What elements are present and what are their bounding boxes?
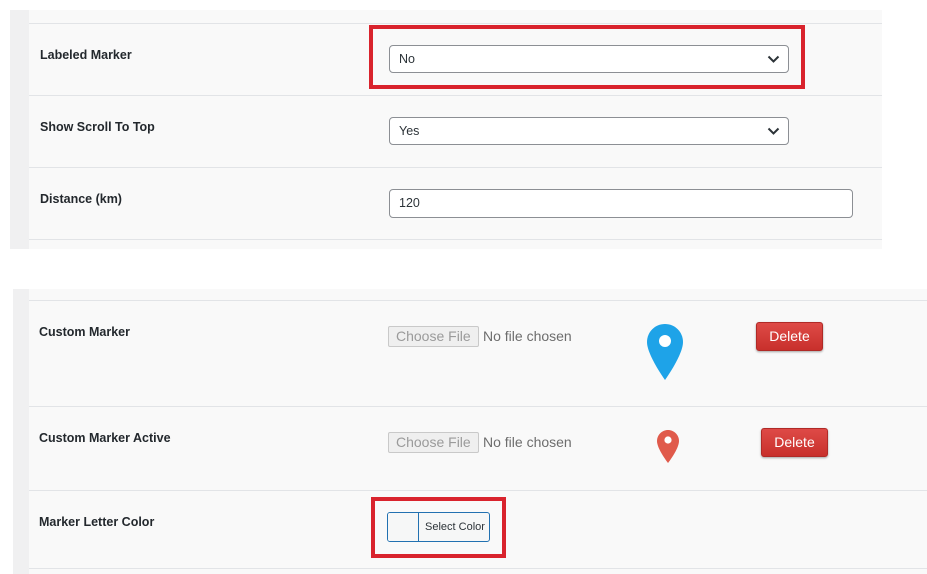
- map-pin-blue-icon: [647, 324, 683, 380]
- row-show-scroll-to-top: Show Scroll To Top Yes: [29, 96, 882, 168]
- marker-letter-color-label: Marker Letter Color: [39, 515, 155, 529]
- chevron-down-icon: [767, 127, 780, 135]
- row-distance: Distance (km) 120: [29, 168, 882, 240]
- show-scroll-to-top-value: Yes: [399, 124, 420, 138]
- custom-marker-active-delete-button[interactable]: Delete: [761, 428, 828, 457]
- custom-marker-file-status: No file chosen: [483, 328, 572, 344]
- distance-value: 120: [399, 196, 420, 210]
- custom-marker-delete-button[interactable]: Delete: [756, 322, 823, 351]
- custom-marker-label: Custom Marker: [39, 325, 130, 339]
- show-scroll-to-top-select[interactable]: Yes: [389, 117, 789, 145]
- show-scroll-to-top-label: Show Scroll To Top: [40, 120, 155, 134]
- row-custom-marker-active: Custom Marker Active Choose File No file…: [29, 407, 927, 491]
- row-custom-marker: Custom Marker Choose File No file chosen…: [29, 301, 927, 407]
- map-pin-red-icon: [657, 430, 679, 463]
- distance-input[interactable]: 120: [389, 189, 853, 218]
- labeled-marker-label: Labeled Marker: [40, 48, 132, 62]
- distance-label: Distance (km): [40, 192, 122, 206]
- custom-marker-active-file-status: No file chosen: [483, 434, 572, 450]
- highlight-box-select-color: [371, 497, 506, 558]
- custom-marker-choose-file-button[interactable]: Choose File: [388, 326, 479, 347]
- row-top-edge: [29, 289, 927, 301]
- highlight-box-labeled-marker: [369, 25, 805, 89]
- panel-left-border: [13, 289, 29, 574]
- custom-marker-active-label: Custom Marker Active: [39, 431, 171, 445]
- custom-marker-active-choose-file-button[interactable]: Choose File: [388, 432, 479, 453]
- row-labeled-marker: [29, 10, 882, 24]
- panel-left-border: [10, 10, 29, 249]
